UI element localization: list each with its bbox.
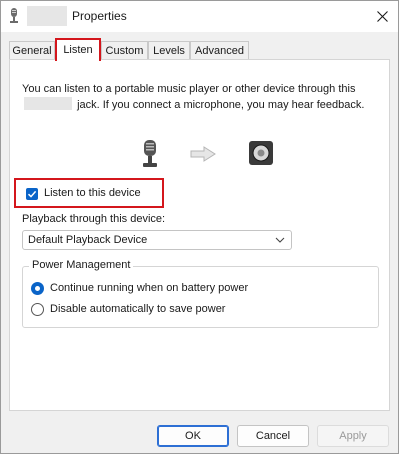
window-title: Properties	[72, 9, 127, 23]
power-management-group: Power Management Continue running when o…	[22, 259, 379, 328]
tab-levels[interactable]: Levels	[148, 41, 190, 60]
close-icon	[377, 11, 388, 22]
close-button[interactable]	[367, 3, 397, 29]
speaker-icon	[248, 140, 274, 169]
ok-button[interactable]: OK	[157, 425, 229, 447]
checkmark-icon	[27, 190, 37, 198]
tab-strip: General Listen Custom Levels Advanced	[1, 32, 398, 61]
description-text-2: jack. If you connect a microphone, you m…	[77, 99, 365, 111]
tab-advanced[interactable]: Advanced	[190, 41, 249, 60]
radio-disable-automatically-label[interactable]: Disable automatically to save power	[50, 303, 225, 315]
tab-listen[interactable]: Listen	[55, 38, 101, 61]
tab-custom[interactable]: Custom	[101, 41, 148, 60]
redacted-jack-name	[24, 97, 72, 110]
apply-button[interactable]: Apply	[317, 425, 389, 447]
microphone-icon	[9, 8, 19, 24]
listen-checkbox-row[interactable]: Listen to this device	[14, 178, 164, 208]
microphone-icon	[140, 140, 160, 171]
playback-device-value: Default Playback Device	[28, 234, 148, 246]
arrow-right-icon	[190, 146, 216, 165]
properties-dialog: Properties General Listen Custom Levels …	[0, 0, 399, 454]
cancel-button[interactable]: Cancel	[237, 425, 309, 447]
redacted-device-name	[27, 6, 67, 26]
radio-continue-running[interactable]	[31, 282, 44, 295]
radio-disable-automatically[interactable]	[31, 303, 44, 316]
playback-device-select[interactable]: Default Playback Device	[22, 230, 292, 250]
description-text-1: You can listen to a portable music playe…	[22, 83, 356, 95]
radio-continue-running-label[interactable]: Continue running when on battery power	[50, 282, 248, 294]
tab-general[interactable]: General	[9, 41, 55, 60]
listen-panel: You can listen to a portable music playe…	[9, 59, 390, 411]
listen-description: You can listen to a portable music playe…	[22, 82, 384, 113]
chevron-down-icon	[275, 237, 285, 243]
playback-label: Playback through this device:	[22, 213, 166, 225]
listen-checkbox-label[interactable]: Listen to this device	[44, 187, 141, 199]
title-bar: Properties	[1, 1, 398, 32]
listen-checkbox[interactable]	[26, 188, 38, 200]
power-management-title: Power Management	[29, 259, 134, 271]
